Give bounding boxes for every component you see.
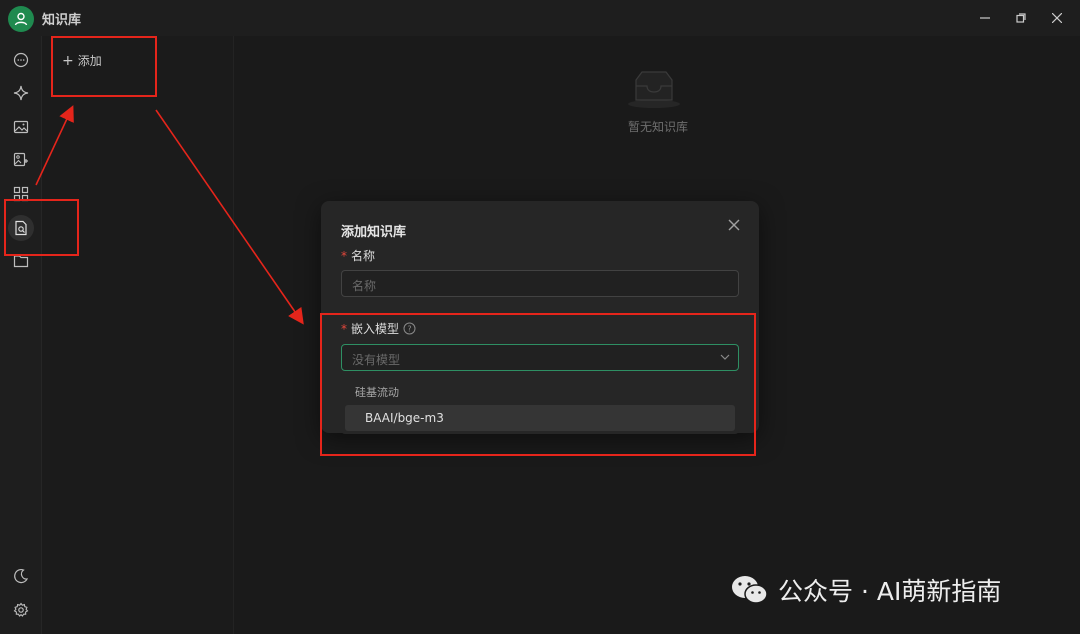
empty-inbox-icon (628, 71, 680, 108)
sidebar-item-chat[interactable] (8, 47, 34, 73)
empty-state-text: 暂无知识库 (628, 120, 689, 134)
close-icon (1052, 13, 1062, 23)
translate-image-icon (13, 152, 28, 167)
window-title: 知识库 (42, 13, 82, 28)
sidebar (0, 36, 42, 634)
name-field-label: * 名称 (341, 249, 376, 263)
watermark-text: 公众号 · AI萌新指南 (778, 577, 1002, 606)
close-icon (728, 219, 740, 231)
theme-toggle[interactable] (8, 563, 34, 589)
chat-icon (13, 52, 29, 68)
dialog-title: 添加知识库 (341, 225, 407, 240)
moon-icon (14, 568, 29, 584)
restore-button[interactable] (1010, 8, 1032, 28)
minimize-icon (980, 17, 990, 19)
sidebar-item-images[interactable] (8, 114, 34, 140)
sidebar-item-agents[interactable] (8, 80, 34, 106)
user-icon (14, 12, 28, 26)
name-input[interactable]: 名称 (341, 270, 739, 297)
name-input-placeholder: 名称 (352, 279, 377, 293)
settings-icon (13, 602, 29, 617)
annotation-box-sidebar (4, 199, 79, 256)
user-avatar[interactable] (8, 6, 34, 32)
settings-button[interactable] (8, 597, 34, 623)
sidebar-item-translate[interactable] (8, 147, 34, 173)
image-icon (13, 120, 29, 134)
annotation-box-add (51, 36, 157, 97)
wechat-icon (732, 576, 768, 604)
dialog-close-button[interactable] (727, 217, 743, 233)
close-window-button[interactable] (1046, 8, 1068, 28)
minimize-button[interactable] (974, 8, 996, 28)
title-bar: 知识库 (0, 0, 1080, 36)
restore-icon (1016, 13, 1026, 23)
sparkle-icon (13, 85, 29, 101)
watermark: 公众号 · AI萌新指南 (730, 572, 1001, 608)
annotation-box-model (320, 313, 756, 456)
knowledge-list-panel: + 添加 (42, 36, 234, 634)
required-mark: * (341, 249, 347, 263)
